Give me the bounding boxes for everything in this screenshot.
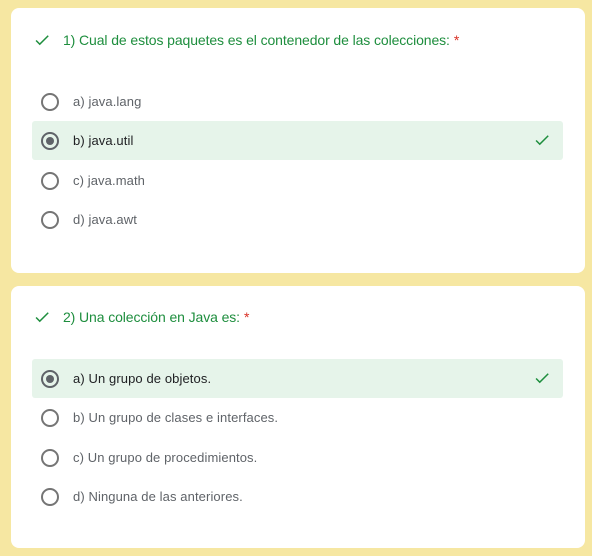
question-card-2: 2) Una colección en Java es: * a) Un gru… <box>11 286 585 548</box>
option-c[interactable]: c) java.math <box>32 161 563 200</box>
radio-button[interactable] <box>41 171 59 190</box>
option-label: c) Un grupo de procedimientos. <box>73 450 258 465</box>
question-title: 1) Cual de estos paquetes es el contened… <box>63 32 450 48</box>
required-asterisk: * <box>453 32 460 48</box>
option-label: c) java.math <box>73 173 146 188</box>
question-header: 2) Una colección en Java es: * <box>33 307 249 327</box>
radio-button[interactable] <box>41 487 59 506</box>
radio-button[interactable] <box>41 448 59 467</box>
radio-button[interactable] <box>41 92 59 111</box>
option-label: b) java.util <box>73 133 134 148</box>
option-b[interactable]: b) Un grupo de clases e interfaces. <box>32 398 563 437</box>
radio-button-checked[interactable] <box>41 369 59 388</box>
check-icon <box>533 369 551 387</box>
radio-button[interactable] <box>41 210 59 229</box>
radio-button[interactable] <box>41 408 59 427</box>
question-header: 1) Cual de estos paquetes es el contened… <box>33 30 459 50</box>
required-asterisk: * <box>243 309 250 325</box>
option-label: d) Ninguna de las anteriores. <box>73 489 243 504</box>
radio-dot <box>46 136 54 145</box>
option-label: a) java.lang <box>73 94 142 109</box>
option-b[interactable]: b) java.util <box>32 121 563 160</box>
question-card-1: 1) Cual de estos paquetes es el contened… <box>11 8 585 273</box>
question-title: 2) Una colección en Java es: <box>63 309 240 325</box>
radio-dot <box>46 374 54 383</box>
option-a[interactable]: a) java.lang <box>32 82 563 121</box>
option-label: d) java.awt <box>73 212 137 227</box>
option-c[interactable]: c) Un grupo de procedimientos. <box>32 438 563 477</box>
option-a[interactable]: a) Un grupo de objetos. <box>32 359 563 398</box>
option-label: a) Un grupo de objetos. <box>73 371 212 386</box>
option-d[interactable]: d) Ninguna de las anteriores. <box>32 477 563 516</box>
check-icon <box>33 308 51 326</box>
option-d[interactable]: d) java.awt <box>32 200 563 239</box>
check-icon <box>533 131 551 149</box>
option-label: b) Un grupo de clases e interfaces. <box>73 410 279 425</box>
radio-button-checked[interactable] <box>41 131 59 150</box>
check-icon <box>33 31 51 49</box>
